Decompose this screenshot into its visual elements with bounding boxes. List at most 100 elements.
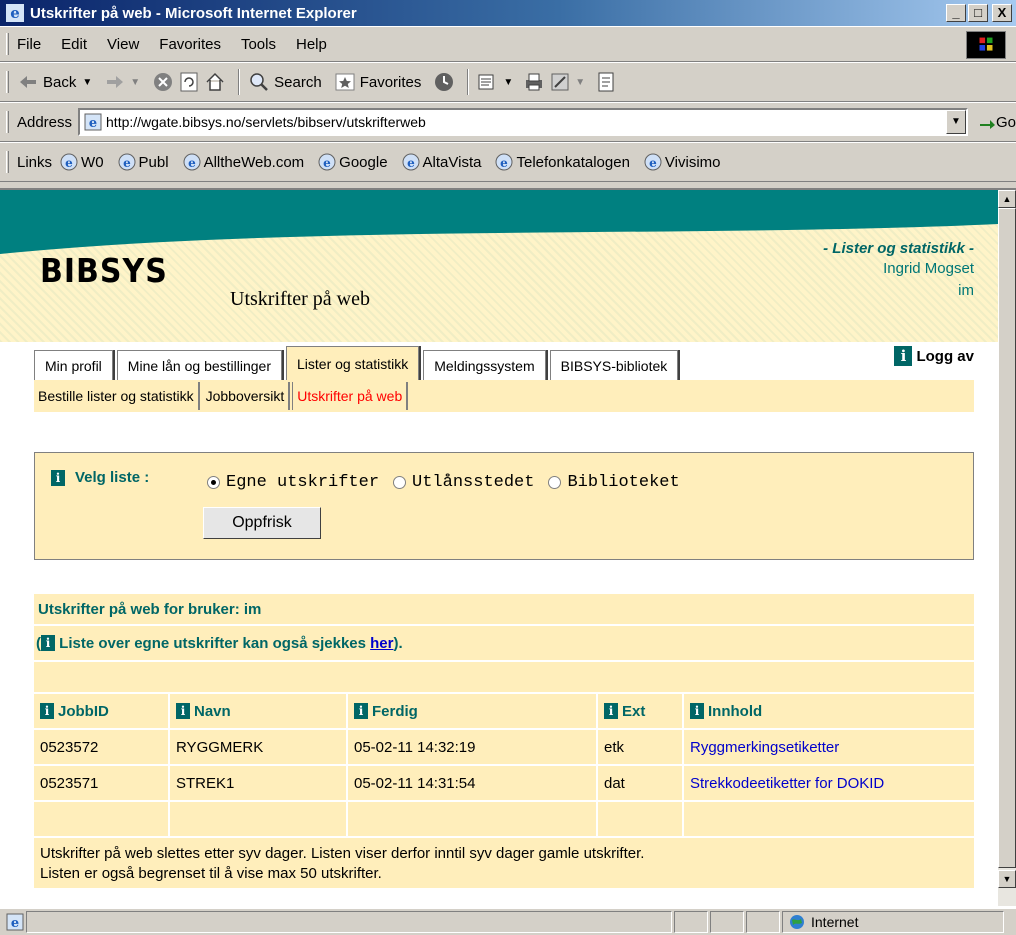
innhold-link[interactable]: Strekkodeetiketter for DOKID [690, 775, 884, 792]
radio-egne-utskrifter[interactable]: Egne utskrifter [207, 473, 379, 492]
her-link[interactable]: her [370, 635, 393, 652]
info-icon[interactable]: i [51, 469, 65, 486]
windows-logo-icon [966, 31, 1006, 59]
scroll-down-button[interactable]: ▼ [998, 870, 1016, 888]
info-icon: i [176, 703, 190, 719]
mail-icon[interactable] [477, 71, 499, 93]
refresh-button[interactable]: Oppfrisk [203, 507, 321, 539]
zone-label: Internet [811, 914, 859, 930]
radio-button[interactable] [548, 476, 562, 489]
tab-bibsys-bibliotek[interactable]: BIBSYS-bibliotek [549, 350, 679, 380]
tab-min-profil[interactable]: Min profil [34, 350, 113, 380]
link-publ[interactable]: e Publ [118, 153, 169, 171]
link-w0[interactable]: e W0 [60, 153, 104, 171]
tab-lister-og-statistikk[interactable]: Lister og statistikk [286, 346, 420, 380]
cell-innhold: Strekkodeetiketter for DOKID [684, 766, 974, 800]
subtab-utskrifter-pa-web[interactable]: Utskrifter på web [292, 382, 409, 410]
link-google[interactable]: e Google [318, 153, 388, 171]
link-vivisimo[interactable]: e Vivisimo [644, 153, 721, 171]
page-title: Utskrifter på web [230, 288, 370, 310]
home-icon[interactable] [204, 71, 226, 93]
search-button[interactable]: Search [248, 71, 322, 93]
menu-file[interactable]: File [17, 36, 41, 53]
tab-meldingssystem[interactable]: Meldingssystem [423, 350, 546, 380]
toolbar-grip[interactable] [6, 111, 9, 133]
ie-page-icon: e [6, 913, 24, 931]
table-header: i JobbID i Navn i Ferdig i Ext i Innhold [34, 694, 974, 728]
history-icon[interactable] [433, 71, 455, 93]
security-zone[interactable]: Internet [782, 911, 1004, 933]
table-row: 0523572 RYGGMERK 05-02-11 14:32:19 etk R… [34, 730, 974, 764]
print-icon[interactable] [523, 71, 545, 93]
cell-innhold: Ryggmerkingsetiketter [684, 730, 974, 764]
link-label: Vivisimo [664, 153, 721, 171]
ie-page-icon: e [183, 153, 201, 171]
toolbar-grip[interactable] [6, 33, 9, 55]
cell-ext: dat [598, 766, 682, 800]
subtab-bestille-lister[interactable]: Bestille lister og statistikk [34, 382, 200, 410]
scroll-thumb[interactable] [998, 208, 1016, 868]
chevron-down-icon[interactable]: ▼ [575, 77, 585, 88]
svg-text:e: e [11, 916, 19, 931]
menu-favorites[interactable]: Favorites [159, 36, 221, 53]
column-header-navn[interactable]: i Navn [170, 694, 346, 728]
edit-icon[interactable] [549, 71, 571, 93]
address-input[interactable]: e http://wgate.bibsys.no/servlets/bibser… [78, 108, 968, 136]
maximize-button[interactable]: □ [968, 4, 988, 22]
radio-utlansstedet[interactable]: Utlånsstedet [393, 473, 534, 492]
vertical-scrollbar[interactable]: ▲ ▼ [998, 190, 1016, 906]
globe-icon [790, 915, 804, 929]
cell-ext: etk [598, 730, 682, 764]
forward-button[interactable]: ▼ [104, 71, 140, 93]
subtab-jobboversikt[interactable]: Jobboversikt [202, 382, 291, 410]
chevron-down-icon[interactable]: ▼ [82, 77, 92, 88]
status-progress-cell [674, 911, 708, 933]
toolbar-grip[interactable] [6, 151, 9, 173]
radio-biblioteket[interactable]: Biblioteket [548, 473, 680, 492]
menu-view[interactable]: View [107, 36, 139, 53]
column-header-ferdig[interactable]: i Ferdig [348, 694, 596, 728]
discuss-icon[interactable] [595, 71, 617, 93]
logout-link[interactable]: i Logg av [894, 346, 974, 366]
menu-bar: File Edit View Favorites Tools Help [0, 26, 1016, 62]
info-icon: i [894, 346, 913, 366]
refresh-icon[interactable] [178, 71, 200, 93]
scroll-up-button[interactable]: ▲ [998, 190, 1016, 208]
menu-help[interactable]: Help [296, 36, 327, 53]
column-header-innhold[interactable]: i Innhold [684, 694, 974, 728]
minimize-button[interactable]: _ [946, 4, 966, 22]
ie-page-icon: e [318, 153, 336, 171]
column-header-jobbid[interactable]: i JobbID [34, 694, 168, 728]
standard-toolbar: Back ▼ ▼ Search Favorites ▼ ▼ [0, 62, 1016, 102]
menu-edit[interactable]: Edit [61, 36, 87, 53]
info-icon: i [690, 703, 704, 719]
stop-icon[interactable] [152, 71, 174, 93]
go-button[interactable]: Go [978, 114, 1016, 131]
svg-text:e: e [123, 156, 131, 170]
chevron-down-icon[interactable]: ▼ [130, 77, 140, 88]
chevron-down-icon[interactable]: ▼ [503, 77, 513, 88]
favorites-button[interactable]: Favorites [334, 71, 421, 93]
menu-tools[interactable]: Tools [241, 36, 276, 53]
tab-mine-lan[interactable]: Mine lån og bestillinger [116, 350, 282, 380]
innhold-link[interactable]: Ryggmerkingsetiketter [690, 739, 839, 756]
footer-line-2: Listen er også begrenset til å vise max … [40, 865, 382, 882]
radio-button[interactable] [393, 476, 407, 489]
sub-tabs: Bestille lister og statistikk Jobboversi… [34, 380, 974, 412]
toolbar-separator [467, 69, 470, 95]
empty-cell [684, 802, 974, 836]
radio-button[interactable] [207, 476, 220, 489]
choose-list-panel: i Velg liste : Egne utskrifter Utlånsste… [34, 452, 974, 560]
toolbar-grip[interactable] [6, 71, 9, 93]
link-alltheweb[interactable]: e AlltheWeb.com [183, 153, 304, 171]
close-button[interactable]: X [992, 4, 1012, 22]
note-close: ). [393, 634, 403, 652]
address-dropdown-button[interactable]: ▼ [945, 110, 966, 134]
links-label: Links [17, 153, 53, 171]
status-lock-cell [710, 911, 744, 933]
browser-viewport: BIBSYS Utskrifter på web - Lister og sta… [0, 188, 1016, 908]
link-telefonkatalogen[interactable]: e Telefonkatalogen [495, 153, 630, 171]
back-button[interactable]: Back ▼ [17, 71, 92, 93]
column-header-ext[interactable]: i Ext [598, 694, 682, 728]
link-altavista[interactable]: e AltaVista [402, 153, 481, 171]
